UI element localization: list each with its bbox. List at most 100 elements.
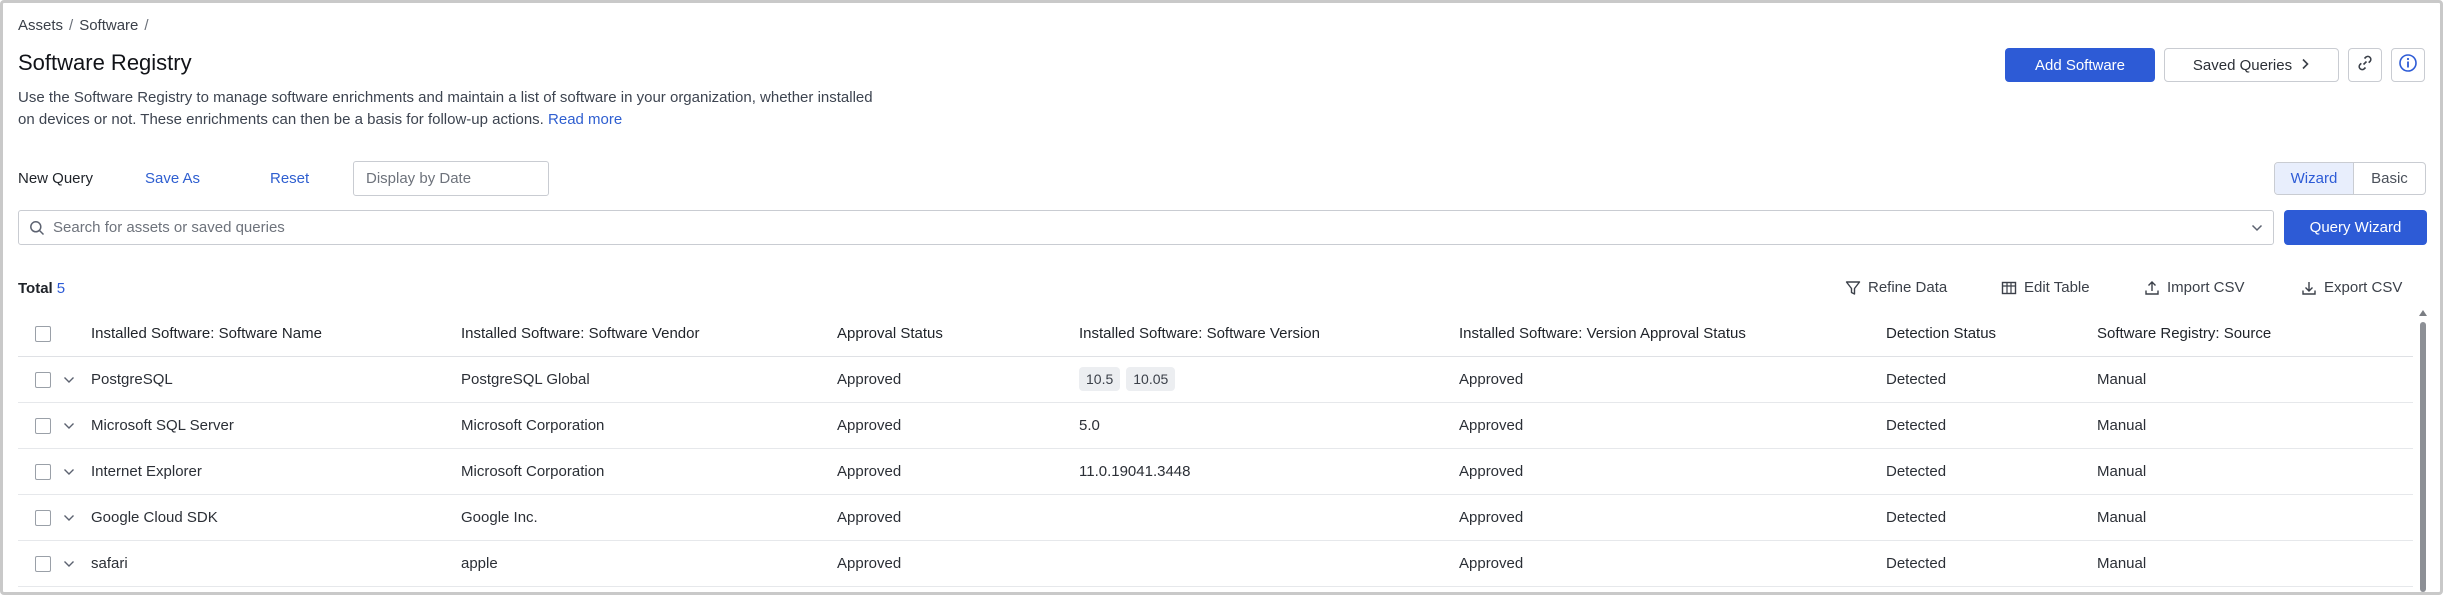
chevron-down-icon[interactable] <box>63 417 75 434</box>
row-select-cell <box>18 540 63 587</box>
row-select-cell <box>18 448 63 495</box>
cell-source: Manual <box>2097 448 2413 495</box>
column-header-software-name[interactable]: Installed Software: Software Name <box>91 312 461 357</box>
export-csv-button[interactable]: Export CSV <box>2301 279 2402 296</box>
table-columns-icon <box>2001 280 2017 296</box>
column-header-approval-status[interactable]: Approval Status <box>837 312 1079 357</box>
row-checkbox[interactable] <box>35 371 51 388</box>
chevron-right-icon <box>2300 57 2310 74</box>
basic-mode-button[interactable]: Basic <box>2354 163 2425 194</box>
page-title: Software Registry <box>18 50 192 75</box>
column-header-version-approval-status[interactable]: Installed Software: Version Approval Sta… <box>1459 312 1886 357</box>
copy-link-button[interactable] <box>2348 48 2382 82</box>
new-query-label: New Query <box>18 170 94 187</box>
expand-header-cell <box>63 312 91 357</box>
row-checkbox[interactable] <box>35 417 51 434</box>
row-select-cell <box>18 402 63 449</box>
cell-software-vendor: Microsoft Corporation <box>461 448 837 495</box>
cell-version-approval-status: Approved <box>1459 448 1886 495</box>
description-text: Use the Software Registry to manage soft… <box>18 89 873 128</box>
cell-software-name: Google Cloud SDK <box>91 494 461 541</box>
add-software-button[interactable]: Add Software <box>2005 48 2155 82</box>
cell-software-name: PostgreSQL <box>91 356 461 403</box>
cell-detection-status: Detected <box>1886 448 2097 495</box>
link-icon <box>2356 54 2374 77</box>
cell-source: Manual <box>2097 356 2413 403</box>
cell-software-vendor: Google Inc. <box>461 494 837 541</box>
cell-approval-status: Approved <box>837 402 1079 449</box>
saved-queries-label: Saved Queries <box>2192 56 2293 74</box>
reset-button[interactable]: Reset <box>270 170 309 187</box>
table-row[interactable]: Google Cloud SDK Google Inc. Approved Appro… <box>18 494 2413 541</box>
table-row[interactable]: PostgreSQL PostgreSQL Global Approved 10.5 1… <box>18 356 2413 403</box>
row-expand-cell <box>63 494 91 541</box>
table-row[interactable]: Internet Explorer Microsoft Corporation Ap… <box>18 448 2413 495</box>
search-icon <box>29 220 45 236</box>
save-as-button[interactable]: Save As <box>145 170 200 187</box>
column-header-software-vendor[interactable]: Installed Software: Software Vendor <box>461 312 837 357</box>
column-header-source[interactable]: Software Registry: Source <box>2097 312 2413 357</box>
cell-version-approval-status: Approved <box>1459 494 1886 541</box>
scrollbar-thumb[interactable] <box>2420 322 2426 592</box>
export-csv-label: Export CSV <box>2324 279 2403 296</box>
scroll-up-arrow-icon[interactable] <box>2419 310 2427 316</box>
chevron-down-icon[interactable] <box>2251 224 2263 232</box>
row-select-cell <box>18 494 63 541</box>
edit-table-button[interactable]: Edit Table <box>2001 279 2090 296</box>
chevron-down-icon[interactable] <box>63 371 75 388</box>
row-select-cell <box>18 356 63 403</box>
cell-approval-status: Approved <box>837 540 1079 587</box>
date-placeholder: Display by Date <box>366 170 472 187</box>
read-more-link[interactable]: Read more <box>548 111 622 128</box>
cell-source: Manual <box>2097 402 2413 449</box>
table-row[interactable]: Microsoft SQL Server Microsoft Corporatio… <box>18 402 2413 449</box>
refine-data-button[interactable]: Refine Data <box>1845 279 1947 296</box>
table-scrollbar[interactable] <box>2418 310 2428 592</box>
saved-queries-button[interactable]: Saved Queries <box>2164 48 2339 82</box>
display-by-date-input[interactable]: Display by Date <box>353 161 549 196</box>
table-body: PostgreSQL PostgreSQL Global Approved 10.5 1… <box>18 356 2413 587</box>
edit-table-label: Edit Table <box>2024 279 2090 296</box>
breadcrumb-separator: / <box>144 17 149 34</box>
software-table: Installed Software: Software Name Instal… <box>18 312 2413 587</box>
cell-software-name: Microsoft SQL Server <box>91 402 461 449</box>
search-placeholder: Search for assets or saved queries <box>53 219 285 236</box>
import-csv-button[interactable]: Import CSV <box>2144 279 2245 296</box>
cell-version-approval-status: Approved <box>1459 540 1886 587</box>
row-checkbox[interactable] <box>35 555 51 572</box>
chevron-down-icon[interactable] <box>63 463 75 480</box>
results-total: Total 5 <box>18 280 65 297</box>
cell-source: Manual <box>2097 540 2413 587</box>
table-row[interactable]: safari apple Approved Approved Detected Manua… <box>18 540 2413 587</box>
cell-software-vendor: PostgreSQL Global <box>461 356 837 403</box>
cell-software-version <box>1079 494 1459 541</box>
row-expand-cell <box>63 448 91 495</box>
total-count: 5 <box>56 280 66 297</box>
query-wizard-button[interactable]: Query Wizard <box>2284 210 2427 245</box>
cell-detection-status: Detected <box>1886 540 2097 587</box>
cell-version-approval-status: Approved <box>1459 356 1886 403</box>
refine-data-label: Refine Data <box>1868 279 1948 296</box>
search-input[interactable]: Search for assets or saved queries <box>18 210 2274 245</box>
table-header-row: Installed Software: Software Name Instal… <box>18 312 2413 357</box>
row-expand-cell <box>63 356 91 403</box>
download-icon <box>2301 280 2317 296</box>
column-header-detection-status[interactable]: Detection Status <box>1886 312 2097 357</box>
cell-approval-status: Approved <box>837 356 1079 403</box>
chevron-down-icon[interactable] <box>63 555 75 572</box>
column-header-software-version[interactable]: Installed Software: Software Version <box>1079 312 1459 357</box>
cell-detection-status: Detected <box>1886 494 2097 541</box>
select-all-checkbox[interactable] <box>35 326 51 343</box>
row-checkbox[interactable] <box>35 509 51 526</box>
breadcrumb-item-software[interactable]: Software <box>79 17 138 34</box>
filter-icon <box>1845 280 1861 296</box>
cell-approval-status: Approved <box>837 448 1079 495</box>
breadcrumb-item-assets[interactable]: Assets <box>18 17 63 34</box>
cell-source: Manual <box>2097 494 2413 541</box>
wizard-mode-button[interactable]: Wizard <box>2275 163 2354 194</box>
info-button[interactable] <box>2391 48 2425 82</box>
row-checkbox[interactable] <box>35 463 51 480</box>
breadcrumb-separator: / <box>69 17 74 34</box>
breadcrumb: Assets / Software / <box>18 17 149 34</box>
chevron-down-icon[interactable] <box>63 509 75 526</box>
